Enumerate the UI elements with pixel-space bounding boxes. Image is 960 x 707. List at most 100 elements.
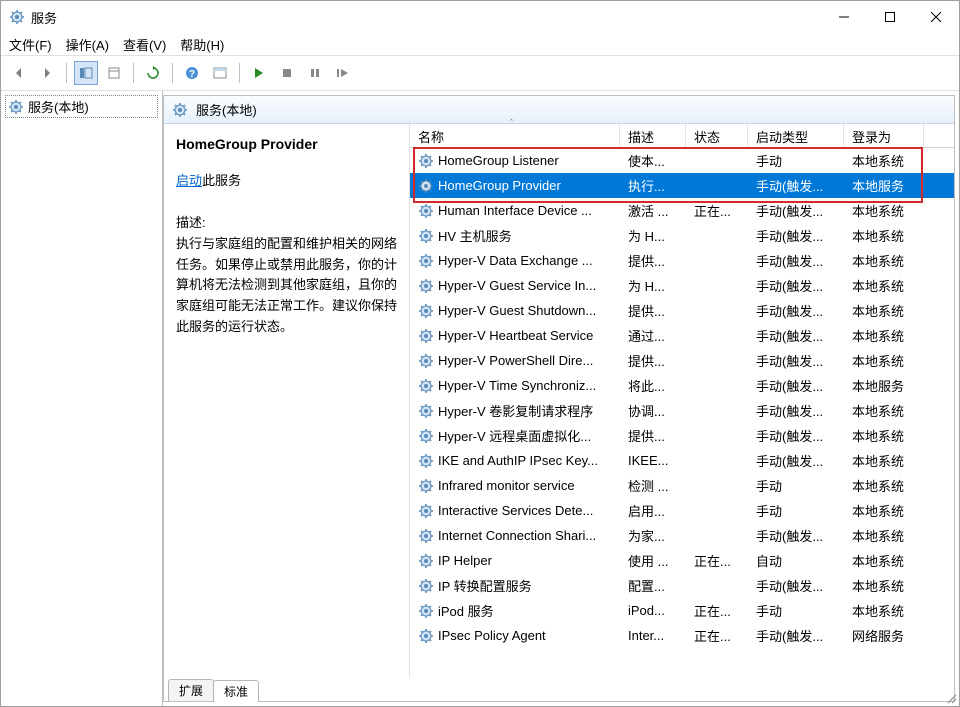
col-logon[interactable]: 登录为 <box>844 124 924 147</box>
window-title: 服务 <box>9 8 821 27</box>
service-icon <box>418 303 434 319</box>
service-row[interactable]: IP Helper使用 ...正在...自动本地系统 <box>410 548 954 573</box>
cell-startup: 手动 <box>748 501 844 520</box>
cell-name: Hyper-V PowerShell Dire... <box>410 353 620 369</box>
show-hide-tree-button[interactable] <box>74 61 98 85</box>
service-icon <box>418 378 434 394</box>
service-icon <box>418 203 434 219</box>
cell-startup: 手动(触发... <box>748 301 844 320</box>
service-row[interactable]: HomeGroup Provider执行...手动(触发...本地服务 <box>410 173 954 198</box>
cell-logon: 本地系统 <box>844 226 924 245</box>
cell-desc: 使本... <box>620 151 686 170</box>
nav-tree[interactable]: 服务(本地) <box>1 91 163 706</box>
forward-button[interactable] <box>35 61 59 85</box>
col-startup[interactable]: 启动类型 <box>748 124 844 147</box>
cell-name: IP Helper <box>410 553 620 569</box>
service-row[interactable]: Hyper-V 卷影复制请求程序协调...手动(触发...本地系统 <box>410 398 954 423</box>
service-row[interactable]: Hyper-V Guest Shutdown...提供...手动(触发...本地… <box>410 298 954 323</box>
service-row[interactable]: HomeGroup Listener使本...手动本地系统 <box>410 148 954 173</box>
col-desc[interactable]: 描述 <box>620 124 686 147</box>
service-icon <box>418 528 434 544</box>
cell-name: HomeGroup Listener <box>410 153 620 169</box>
cell-desc: 为 H... <box>620 276 686 295</box>
service-row[interactable]: Internet Connection Shari...为家...手动(触发..… <box>410 523 954 548</box>
cell-startup: 手动 <box>748 151 844 170</box>
service-row[interactable]: IKE and AuthIP IPsec Key...IKEE...手动(触发.… <box>410 448 954 473</box>
service-row[interactable]: Hyper-V 远程桌面虚拟化...提供...手动(触发...本地系统 <box>410 423 954 448</box>
menu-view[interactable]: 查看(V) <box>123 35 166 54</box>
cell-name: HomeGroup Provider <box>410 178 620 194</box>
service-row[interactable]: HV 主机服务为 H...手动(触发...本地系统 <box>410 223 954 248</box>
cell-startup: 手动 <box>748 601 844 620</box>
cell-startup: 手动(触发... <box>748 176 844 195</box>
service-icon <box>418 603 434 619</box>
service-icon <box>418 453 434 469</box>
cell-logon: 本地系统 <box>844 251 924 270</box>
maximize-button[interactable] <box>867 1 913 33</box>
cell-status: 正在... <box>686 201 748 220</box>
service-rows[interactable]: HomeGroup Listener使本...手动本地系统HomeGroup P… <box>410 148 954 677</box>
title-text: 服务 <box>31 8 57 27</box>
service-row[interactable]: Interactive Services Dete...启用...手动本地系统 <box>410 498 954 523</box>
cell-name: IP 转换配置服务 <box>410 576 620 595</box>
cell-startup: 手动(触发... <box>748 351 844 370</box>
cell-name: Hyper-V Guest Service In... <box>410 278 620 294</box>
restart-service-button[interactable] <box>331 61 355 85</box>
service-row[interactable]: Hyper-V Time Synchroniz...将此...手动(触发...本… <box>410 373 954 398</box>
service-row[interactable]: IP 转换配置服务配置...手动(触发...本地系统 <box>410 573 954 598</box>
col-status[interactable]: 状态 <box>686 124 748 147</box>
menu-action[interactable]: 操作(A) <box>66 35 109 54</box>
cell-status: 正在... <box>686 551 748 570</box>
cell-desc: 提供... <box>620 351 686 370</box>
service-row[interactable]: Hyper-V Data Exchange ...提供...手动(触发...本地… <box>410 248 954 273</box>
service-row[interactable]: Human Interface Device ...激活 ...正在...手动(… <box>410 198 954 223</box>
toolbar: ? <box>1 55 959 91</box>
col-name[interactable]: 名称 <box>410 124 620 147</box>
view-tabs: 扩展 标准 <box>164 677 954 701</box>
properties-button[interactable] <box>208 61 232 85</box>
cell-logon: 本地系统 <box>844 601 924 620</box>
service-row[interactable]: IPsec Policy AgentInter...正在...手动(触发...网… <box>410 623 954 648</box>
resize-grip-icon[interactable] <box>942 689 958 705</box>
stop-service-button[interactable] <box>275 61 299 85</box>
service-icon <box>418 478 434 494</box>
close-button[interactable] <box>913 1 959 33</box>
service-row[interactable]: Hyper-V Heartbeat Service通过...手动(触发...本地… <box>410 323 954 348</box>
service-icon <box>418 178 434 194</box>
cell-startup: 手动(触发... <box>748 251 844 270</box>
cell-desc: 为家... <box>620 526 686 545</box>
start-link[interactable]: 启动 <box>176 173 202 188</box>
service-icon <box>418 578 434 594</box>
refresh-button[interactable] <box>141 61 165 85</box>
service-row[interactable]: Hyper-V Guest Service In...为 H...手动(触发..… <box>410 273 954 298</box>
sort-indicator-icon: ˆ <box>510 118 513 128</box>
pause-service-button[interactable] <box>303 61 327 85</box>
minimize-button[interactable] <box>821 1 867 33</box>
cell-logon: 本地系统 <box>844 501 924 520</box>
menu-file[interactable]: 文件(F) <box>9 35 52 54</box>
tab-standard[interactable]: 标准 <box>213 680 259 702</box>
services-list: ˆ 名称 描述 状态 启动类型 登录为 HomeGroup Listener使本… <box>409 124 954 677</box>
help-button[interactable]: ? <box>180 61 204 85</box>
nav-root-item[interactable]: 服务(本地) <box>5 95 158 118</box>
service-icon <box>418 628 434 644</box>
cell-logon: 网络服务 <box>844 626 924 645</box>
services-window: 服务 文件(F) 操作(A) 查看(V) 帮助(H) ? 服务(本地) <box>0 0 960 707</box>
tab-extended[interactable]: 扩展 <box>168 679 214 701</box>
service-icon <box>418 278 434 294</box>
menu-help[interactable]: 帮助(H) <box>180 35 224 54</box>
cell-startup: 手动(触发... <box>748 426 844 445</box>
cell-startup: 手动(触发... <box>748 626 844 645</box>
separator <box>172 63 173 83</box>
titlebar[interactable]: 服务 <box>1 1 959 33</box>
service-row[interactable]: iPod 服务iPod...正在...手动本地系统 <box>410 598 954 623</box>
cell-desc: 配置... <box>620 576 686 595</box>
export-button[interactable] <box>102 61 126 85</box>
start-service-line: 启动此服务 <box>176 170 397 189</box>
back-button[interactable] <box>7 61 31 85</box>
cell-desc: 为 H... <box>620 226 686 245</box>
service-row[interactable]: Infrared monitor service检测 ...手动本地系统 <box>410 473 954 498</box>
start-service-button[interactable] <box>247 61 271 85</box>
service-row[interactable]: Hyper-V PowerShell Dire...提供...手动(触发...本… <box>410 348 954 373</box>
cell-desc: 使用 ... <box>620 551 686 570</box>
